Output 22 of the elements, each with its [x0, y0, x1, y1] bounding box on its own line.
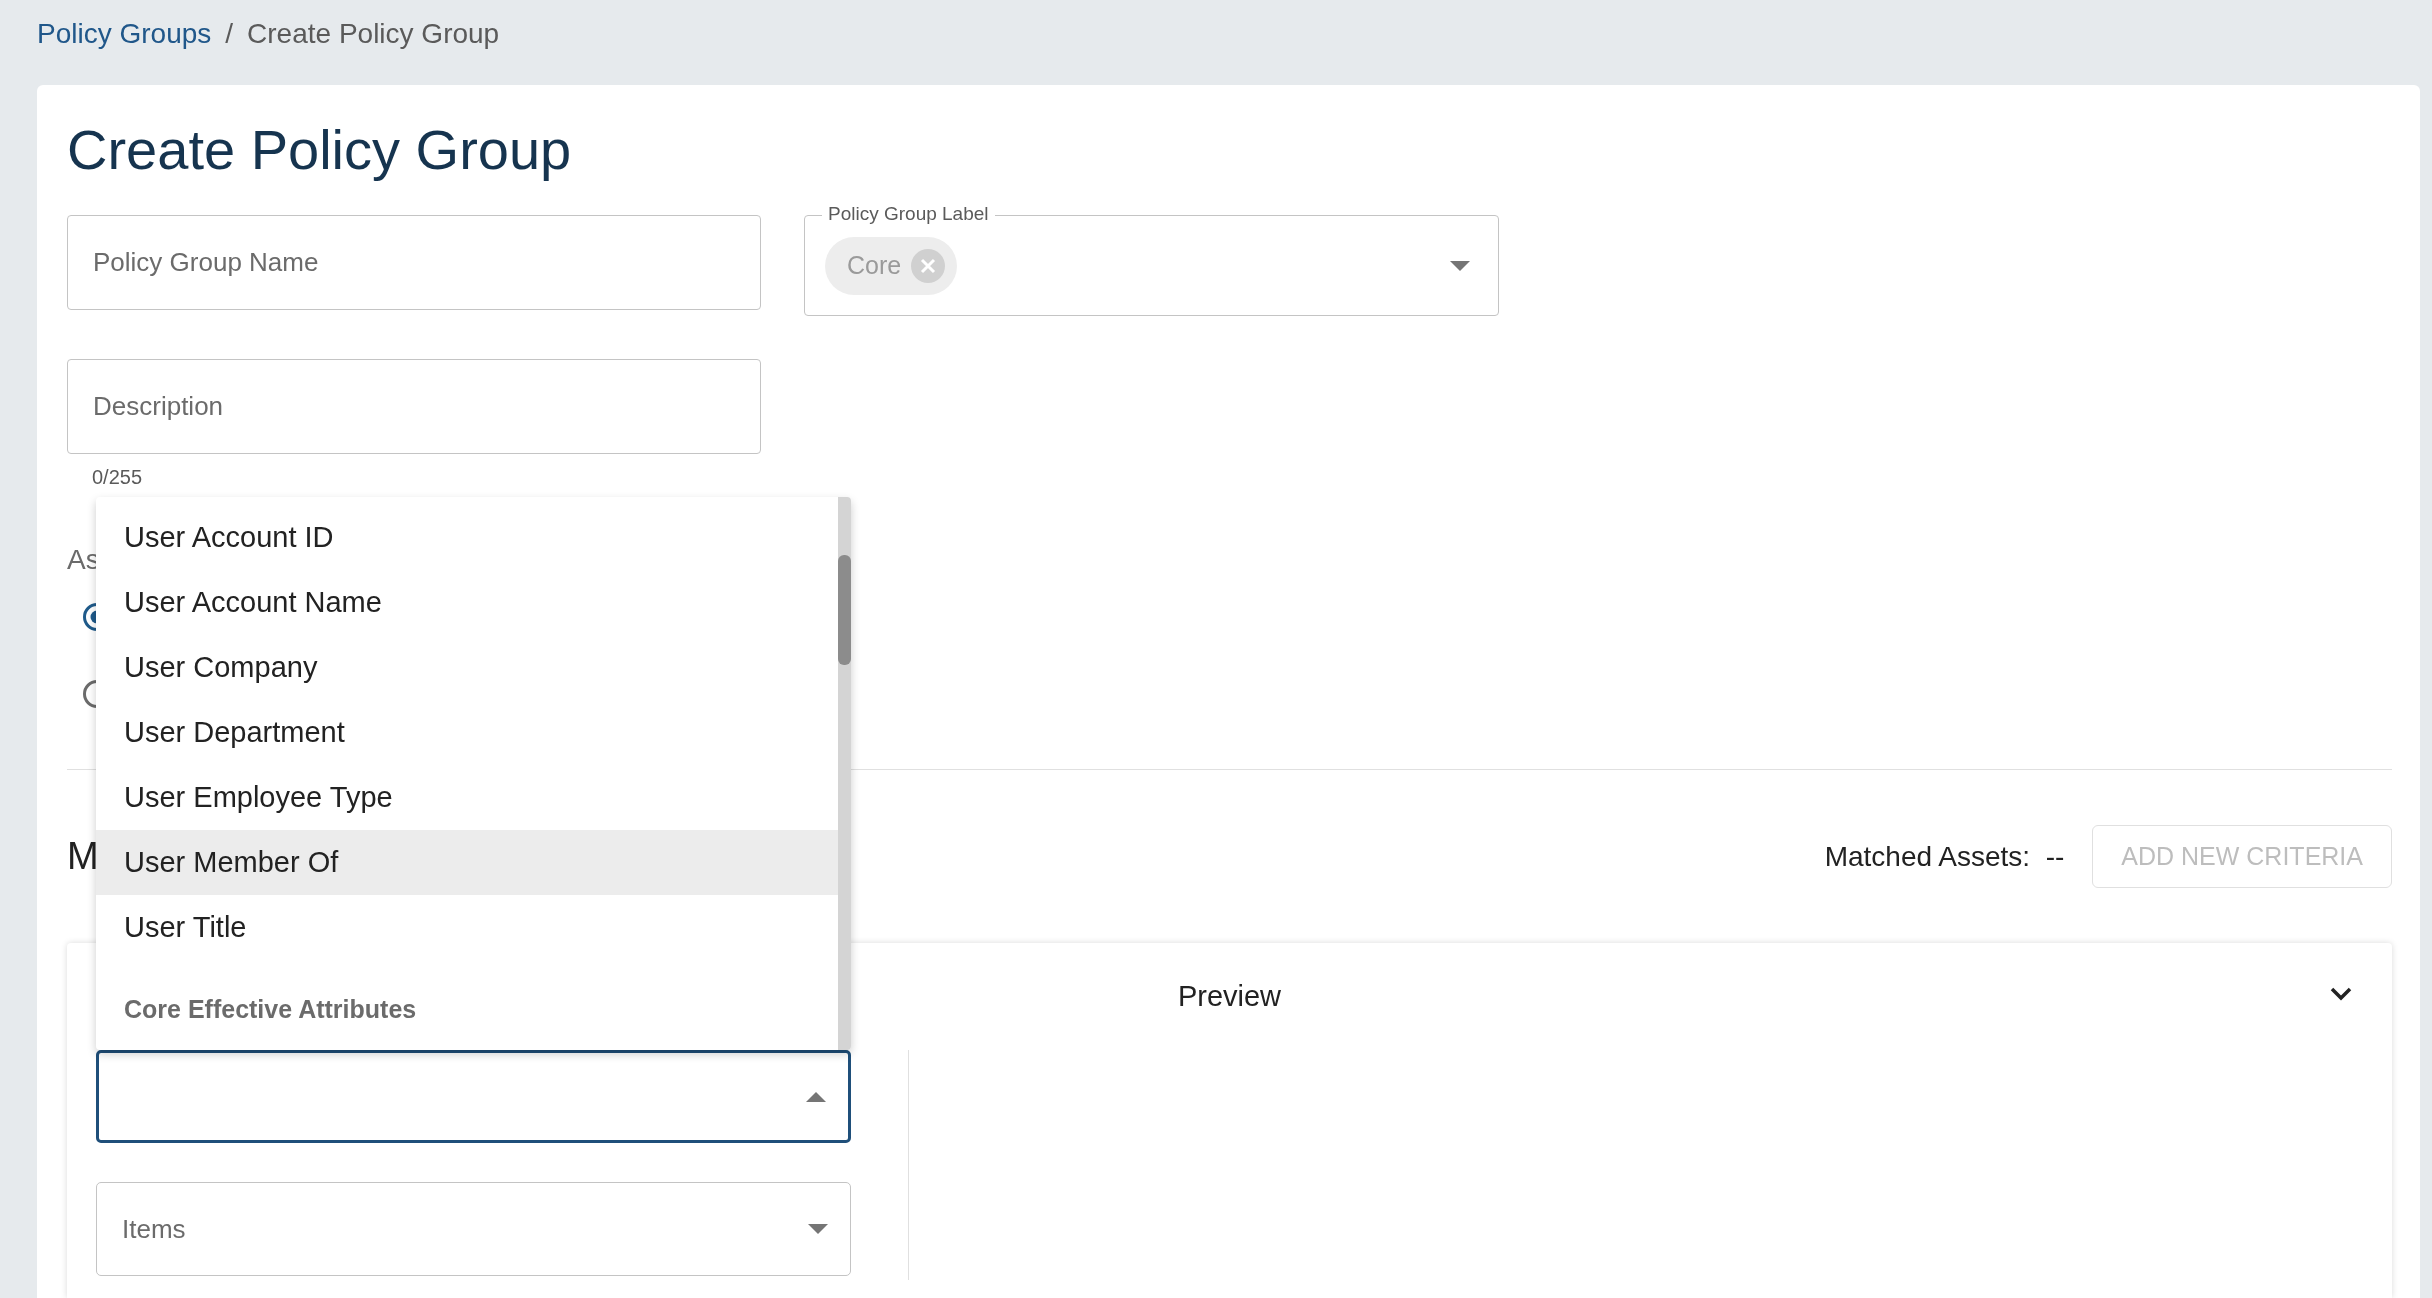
panel-title: Preview — [1177, 978, 1282, 1014]
breadcrumb-separator: / — [225, 17, 234, 51]
menu-option[interactable]: User Member Of — [96, 830, 838, 895]
page-title: Create Policy Group — [67, 117, 573, 182]
dropdown-caret-icon — [806, 1091, 826, 1102]
breadcrumb-current: Create Policy Group — [247, 17, 500, 51]
field-placeholder: Items — [122, 1212, 186, 1246]
dropdown-caret-icon — [1450, 260, 1470, 271]
menu-group-header: Core Effective Attributes — [123, 994, 418, 1026]
dropdown-caret-icon — [808, 1224, 828, 1234]
scrollbar-thumb[interactable] — [838, 555, 851, 665]
name-field[interactable]: Policy Group Name — [67, 215, 761, 310]
criteria-select[interactable] — [96, 1050, 851, 1143]
remove-icon[interactable] — [911, 248, 946, 283]
description-field[interactable]: Description — [67, 359, 761, 454]
section-heading: M — [67, 834, 99, 879]
scrollbar[interactable] — [838, 497, 851, 1050]
character-counter: 0/255 — [91, 466, 144, 488]
breadcrumb-link[interactable]: Policy Groups — [37, 16, 212, 52]
items-select[interactable]: Items — [96, 1182, 851, 1276]
chevron-down-icon[interactable] — [2330, 987, 2352, 1001]
matched-assets-text: Matched Assets: -- — [1824, 839, 2065, 874]
